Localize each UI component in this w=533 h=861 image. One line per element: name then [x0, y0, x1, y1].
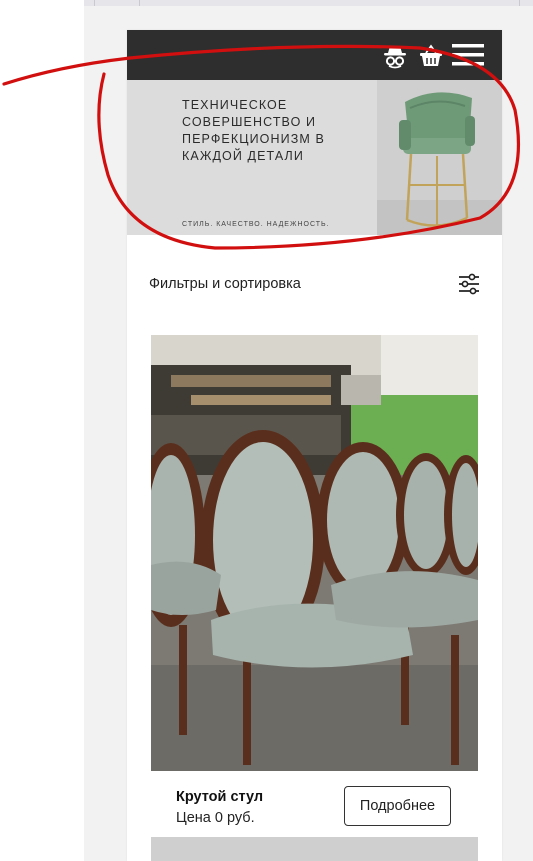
basket-icon[interactable]: [418, 43, 444, 74]
navbar: [127, 30, 502, 80]
hero-chair-image: [377, 80, 502, 235]
hero-title-line: КАЖДОЙ ДЕТАЛИ: [182, 149, 304, 163]
sliders-icon[interactable]: [458, 273, 480, 300]
mobile-page: ТЕХНИЧЕСКОЕ СОВЕРШЕНСТВО И ПЕРФЕКЦИОНИЗМ…: [127, 30, 502, 861]
filters-bar[interactable]: Фильтры и сортировка: [149, 273, 480, 297]
incognito-icon[interactable]: [381, 42, 409, 75]
product-image[interactable]: [151, 335, 478, 771]
hero-subtitle: СТИЛЬ. КАЧЕСТВО. НАДЕЖНОСТЬ.: [182, 221, 330, 228]
page-left-margin: [0, 0, 84, 861]
hero-title-line: ПЕРФЕКЦИОНИЗМ В: [182, 132, 325, 146]
hero-title-line: СОВЕРШЕНСТВО И: [182, 115, 317, 129]
menu-icon[interactable]: [452, 43, 484, 72]
hero-title: ТЕХНИЧЕСКОЕ СОВЕРШЕНСТВО И ПЕРФЕКЦИОНИЗМ…: [182, 97, 357, 165]
next-product-card[interactable]: [151, 837, 478, 861]
hero-banner: ТЕХНИЧЕСКОЕ СОВЕРШЕНСТВО И ПЕРФЕКЦИОНИЗМ…: [127, 80, 502, 235]
hero-title-line: ТЕХНИЧЕСКОЕ: [182, 98, 288, 112]
top-scroll-strip: [84, 0, 533, 6]
details-button[interactable]: Подробнее: [344, 786, 451, 826]
product-name: Крутой стул: [176, 789, 264, 805]
filters-label: Фильтры и сортировка: [149, 276, 301, 292]
product-price: Цена 0 руб.: [176, 810, 255, 826]
